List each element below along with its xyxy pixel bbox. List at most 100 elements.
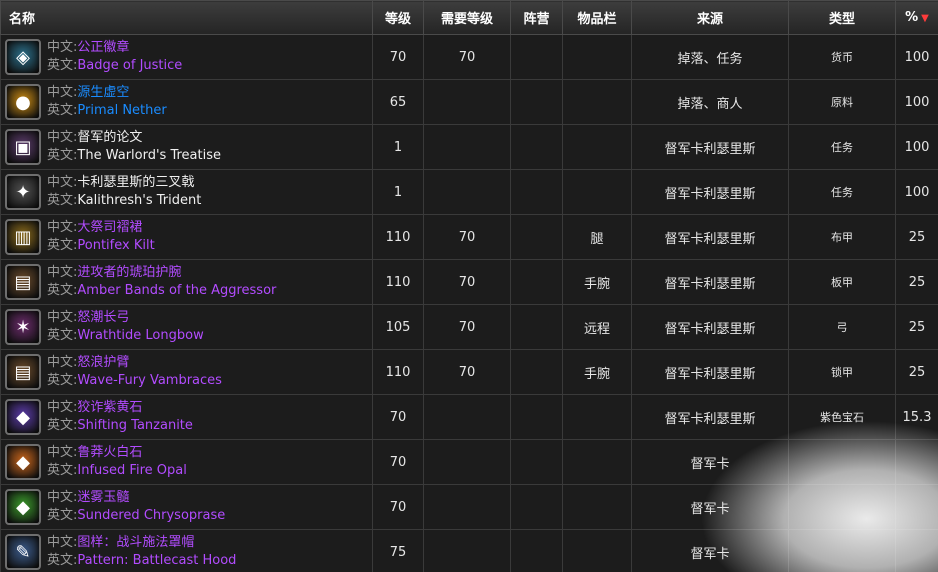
item-required-level xyxy=(423,79,511,125)
column-header-name[interactable]: 名称 xyxy=(0,0,373,35)
item-name-en[interactable]: Badge of Justice xyxy=(77,57,182,75)
cn-label: 中文: xyxy=(47,130,78,145)
item-source: 督军卡利瑟里斯 xyxy=(631,124,789,170)
item-name-en[interactable]: Kalithresh's Trident xyxy=(77,192,201,210)
item-faction xyxy=(510,529,563,572)
item-source: 督军卡利瑟里斯 xyxy=(631,349,789,395)
item-type: 原料 xyxy=(788,79,896,125)
item-name-cn[interactable]: 迷雾玉髓 xyxy=(77,489,129,507)
item-level: 110 xyxy=(372,259,424,305)
item-name-en[interactable]: Sundered Chrysoprase xyxy=(77,507,225,525)
item-name-en[interactable]: Infused Fire Opal xyxy=(77,462,186,480)
item-name-en[interactable]: Shifting Tanzanite xyxy=(77,417,193,435)
item-level: 70 xyxy=(372,484,424,530)
column-header-level[interactable]: 等级 xyxy=(372,0,424,35)
item-source: 掉落、商人 xyxy=(631,79,789,125)
item-name-cell: ◆ 中文: 狡诈紫黄石 英文: Shifting Tanzanite xyxy=(0,394,373,440)
en-label: 英文: xyxy=(47,283,78,298)
column-header-type[interactable]: 类型 xyxy=(788,0,896,35)
scroll-icon[interactable]: ✎ xyxy=(5,534,41,570)
item-slot xyxy=(562,79,632,125)
item-faction xyxy=(510,169,563,215)
item-type: 弓 xyxy=(788,304,896,350)
item-name-cell: ◆ 中文: 鲁莽火白石 英文: Infused Fire Opal xyxy=(0,439,373,485)
item-name-cn[interactable]: 卡利瑟里斯的三叉戟 xyxy=(77,174,194,192)
item-name-cn[interactable]: 怒浪护臂 xyxy=(77,354,129,372)
item-name-en[interactable]: Amber Bands of the Aggressor xyxy=(77,282,276,300)
item-name-en[interactable]: Pattern: Battlecast Hood xyxy=(77,552,236,570)
item-slot: 腿 xyxy=(562,214,632,260)
vambrace-icon[interactable]: ▤ xyxy=(5,354,41,390)
table-row: ▤ 中文: 怒浪护臂 英文: Wave-Fury Vambraces 110 70 手腕 督军卡… xyxy=(0,349,938,395)
item-name-cn[interactable]: 公正徽章 xyxy=(77,39,129,57)
item-drop-percent: 15.3 xyxy=(895,394,938,440)
item-source: 掉落、任务 xyxy=(631,34,789,80)
item-type: 锁甲 xyxy=(788,349,896,395)
cn-label: 中文: xyxy=(47,85,78,100)
cn-label: 中文: xyxy=(47,490,78,505)
bow-icon[interactable]: ✶ xyxy=(5,309,41,345)
item-required-level xyxy=(423,124,511,170)
item-name-en[interactable]: Pontifex Kilt xyxy=(77,237,154,255)
orb-icon[interactable]: ● xyxy=(5,84,41,120)
item-type: 板甲 xyxy=(788,259,896,305)
table-row: ✶ 中文: 怒潮长弓 英文: Wrathtide Longbow 105 70 远程 督军卡利瑟… xyxy=(0,304,938,350)
item-drop-percent: 100 xyxy=(895,169,938,215)
item-name-cn[interactable]: 怒潮长弓 xyxy=(77,309,129,327)
item-name-cn[interactable]: 鲁莽火白石 xyxy=(77,444,142,462)
item-drop-percent: 100 xyxy=(895,124,938,170)
item-faction xyxy=(510,439,563,485)
item-name-cn[interactable]: 狡诈紫黄石 xyxy=(77,399,142,417)
item-level: 1 xyxy=(372,124,424,170)
item-name-en[interactable]: Wave-Fury Vambraces xyxy=(77,372,222,390)
item-type: 紫色宝石 xyxy=(788,394,896,440)
gem-purple-icon[interactable]: ◆ xyxy=(5,399,41,435)
item-name-cn[interactable]: 图样：战斗施法罩帽 xyxy=(77,534,194,552)
item-name-cell: ✎ 中文: 图样：战斗施法罩帽 英文: Pattern: Battlecast Hood xyxy=(0,529,373,572)
item-faction xyxy=(510,79,563,125)
en-label: 英文: xyxy=(47,58,78,73)
item-slot xyxy=(562,124,632,170)
item-name-en[interactable]: Primal Nether xyxy=(77,102,166,120)
item-name-en[interactable]: Wrathtide Longbow xyxy=(77,327,203,345)
gem-green-icon[interactable]: ◆ xyxy=(5,489,41,525)
kilt-icon[interactable]: ▥ xyxy=(5,219,41,255)
cn-label: 中文: xyxy=(47,310,78,325)
cn-label: 中文: xyxy=(47,400,78,415)
item-name-cn[interactable]: 进攻者的琥珀护腕 xyxy=(77,264,181,282)
column-header-percent[interactable]: % ▼ xyxy=(895,0,938,35)
cn-label: 中文: xyxy=(47,40,78,55)
item-name-en[interactable]: The Warlord's Treatise xyxy=(77,147,221,165)
badge-icon[interactable]: ◈ xyxy=(5,39,41,75)
item-drop-percent: 25 xyxy=(895,259,938,305)
en-label: 英文: xyxy=(47,463,78,478)
gem-orange-icon[interactable]: ◆ xyxy=(5,444,41,480)
chest-icon[interactable]: ▣ xyxy=(5,129,41,165)
item-level: 105 xyxy=(372,304,424,350)
column-header-slot[interactable]: 物品栏 xyxy=(562,0,632,35)
trident-icon[interactable]: ✦ xyxy=(5,174,41,210)
item-source: 督军卡利瑟里斯 xyxy=(631,304,789,350)
table-row: ✎ 中文: 图样：战斗施法罩帽 英文: Pattern: Battlecast Hood… xyxy=(0,529,938,572)
item-source: 督军卡利瑟里斯 xyxy=(631,259,789,305)
item-required-level xyxy=(423,394,511,440)
en-label: 英文: xyxy=(47,103,78,118)
item-faction xyxy=(510,349,563,395)
item-drop-percent xyxy=(895,484,938,530)
table-row: ▤ 中文: 进攻者的琥珀护腕 英文: Amber Bands of the Aggres… xyxy=(0,259,938,305)
en-label: 英文: xyxy=(47,193,78,208)
item-faction xyxy=(510,259,563,305)
item-name-cn[interactable]: 源生虚空 xyxy=(77,84,129,102)
en-label: 英文: xyxy=(47,418,78,433)
item-slot: 手腕 xyxy=(562,349,632,395)
item-name-cn[interactable]: 大祭司褶裙 xyxy=(77,219,142,237)
column-header-source[interactable]: 来源 xyxy=(631,0,789,35)
item-source: 督军卡 xyxy=(631,529,789,572)
bracer-icon[interactable]: ▤ xyxy=(5,264,41,300)
item-faction xyxy=(510,214,563,260)
column-header-required-level[interactable]: 需要等级 xyxy=(423,0,511,35)
item-name-cn[interactable]: 督军的论文 xyxy=(77,129,142,147)
column-header-faction[interactable]: 阵营 xyxy=(510,0,563,35)
item-faction xyxy=(510,394,563,440)
table-row: ▣ 中文: 督军的论文 英文: The Warlord's Treatise 1 督军卡利瑟… xyxy=(0,124,938,170)
